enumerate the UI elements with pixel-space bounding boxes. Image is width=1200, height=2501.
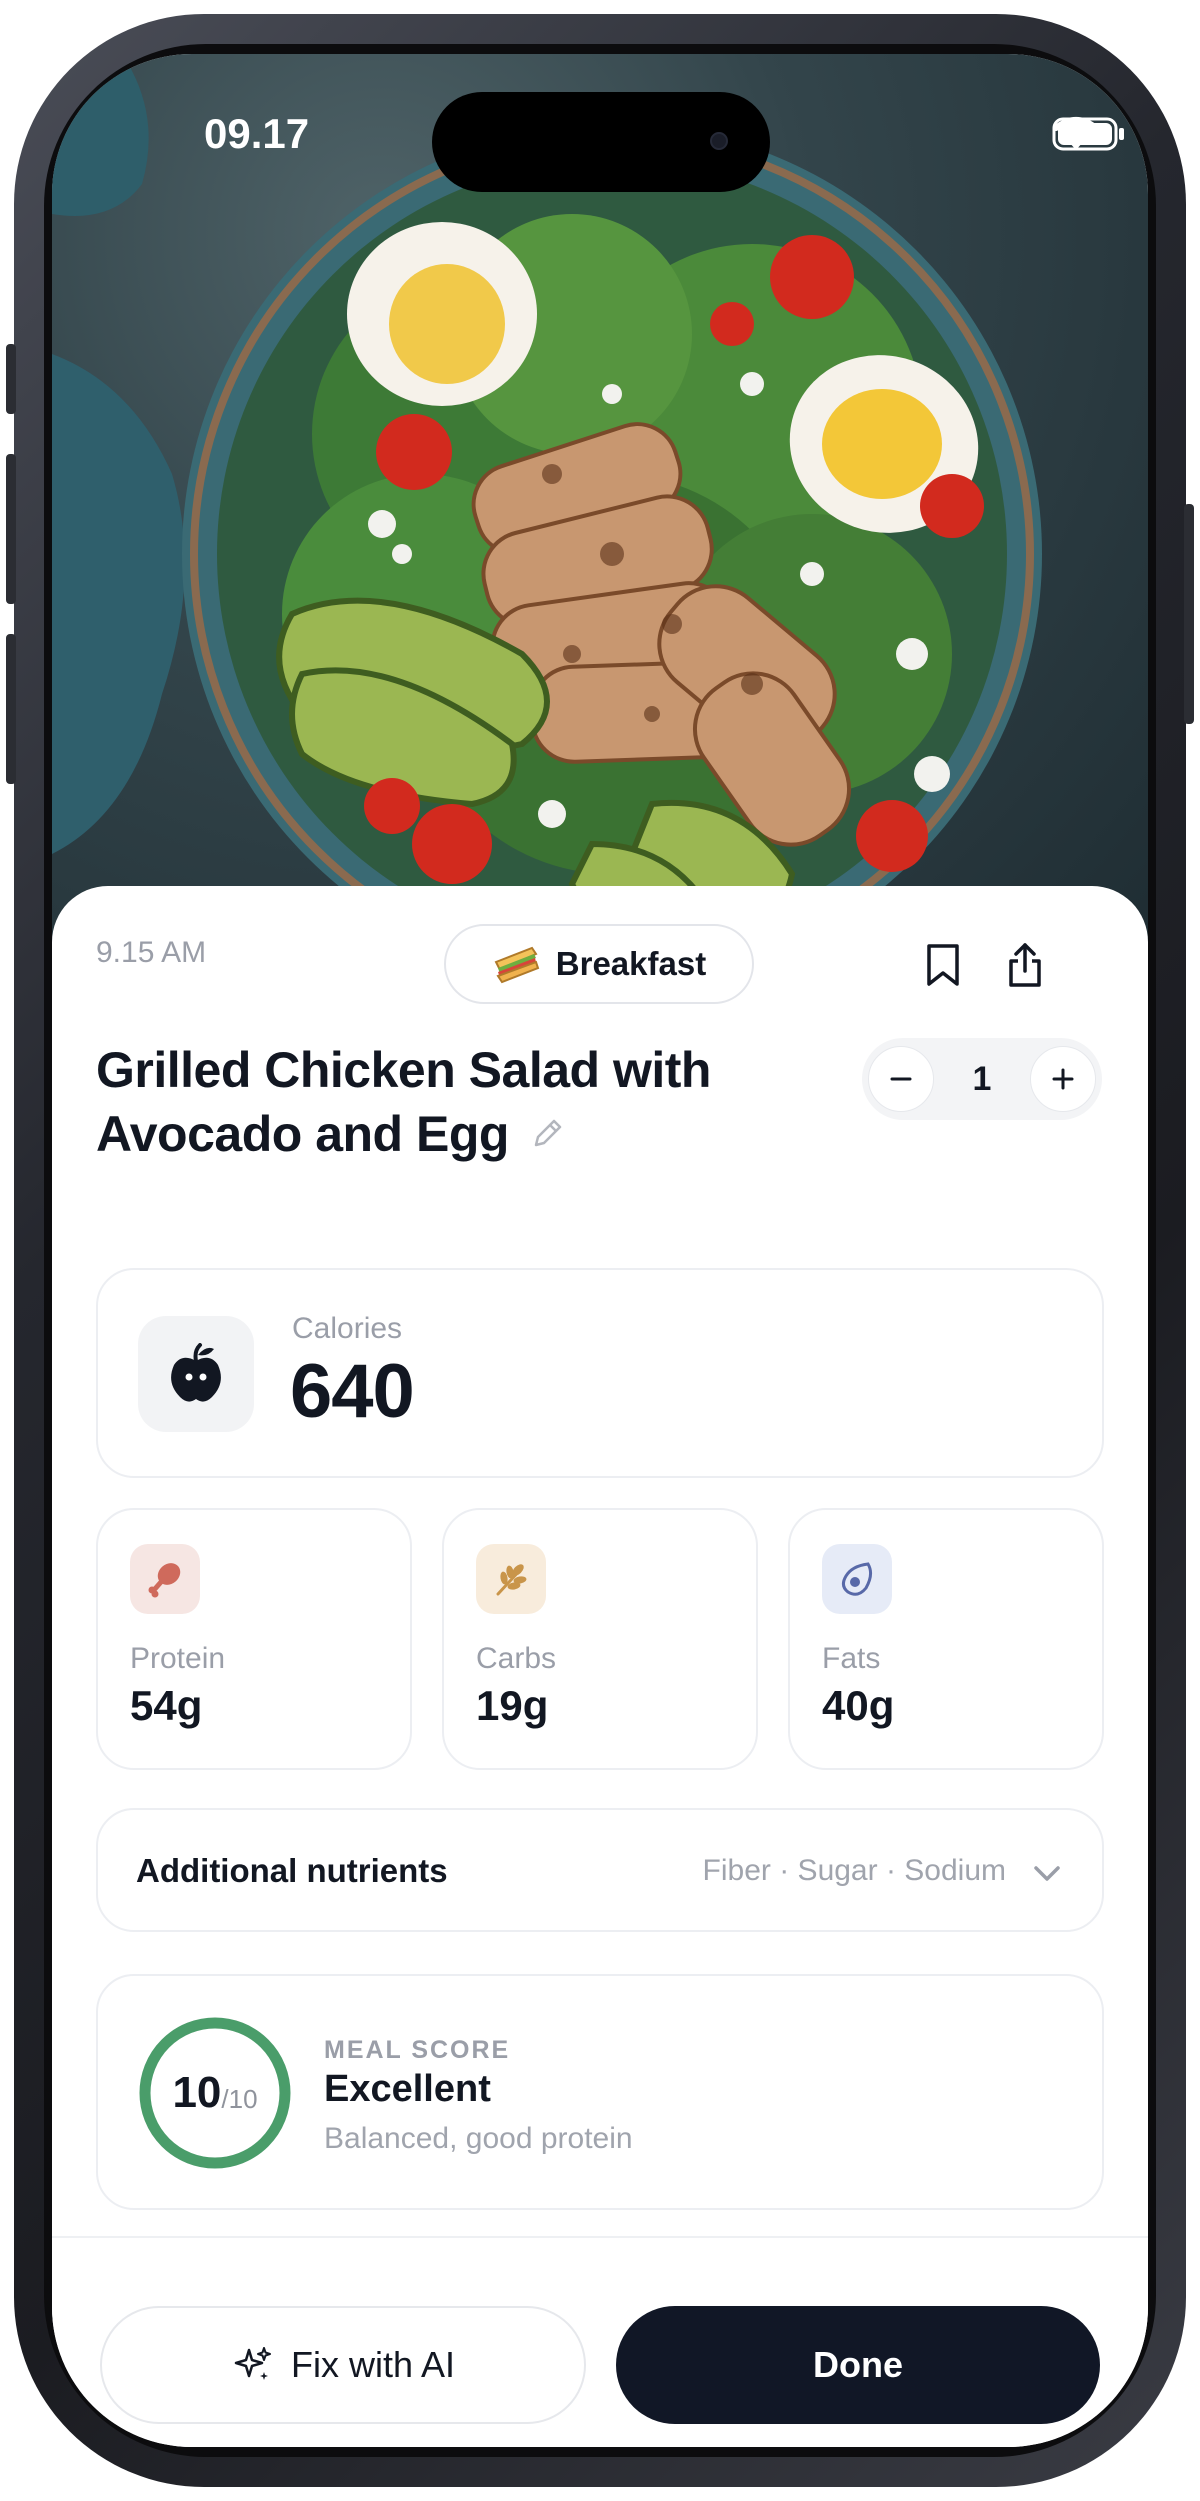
fats-value: 40g <box>822 1682 895 1729</box>
share-button[interactable] <box>1000 938 1050 992</box>
increase-button[interactable] <box>1029 1046 1096 1112</box>
sparkles-icon <box>234 2347 271 2380</box>
calories-label: Calories <box>292 1312 403 1345</box>
meal-score-card[interactable]: 10 /10 MEAL SCORE Excellent Balanced, go… <box>96 1974 1104 2210</box>
plus-icon <box>1052 1068 1074 1090</box>
meal-type-selector[interactable]: Breakfast <box>444 924 754 1004</box>
protein-value: 54g <box>130 1682 203 1729</box>
carbs-card[interactable]: Carbs 19g <box>442 1508 758 1770</box>
dynamic-island <box>432 92 770 192</box>
wheat-icon <box>496 1564 527 1596</box>
screen: 09.17 9.15 AM Breakfast Grilled Chicken … <box>52 54 1148 2447</box>
protein-card[interactable]: Protein 54g <box>96 1508 412 1770</box>
additional-nutrients-row[interactable]: Additional nutrients Fiber · Sugar · Sod… <box>96 1808 1104 1932</box>
bookmark-button[interactable] <box>918 938 968 992</box>
apple-icon <box>171 1343 221 1402</box>
protein-icon-box <box>130 1544 200 1614</box>
score-description: Balanced, good protein <box>324 2122 633 2155</box>
fix-with-ai-label: Fix with AI <box>290 2344 456 2385</box>
carbs-icon-box <box>476 1544 546 1614</box>
score-max: /10 <box>221 2083 258 2114</box>
carbs-value: 19g <box>476 1682 549 1729</box>
meal-photo: 09.17 <box>52 54 1148 954</box>
meal-title-line1: Grilled Chicken Salad with <box>96 1042 711 1098</box>
minus-icon <box>890 1077 912 1081</box>
avocado-icon <box>841 1562 873 1596</box>
decrease-button[interactable] <box>868 1046 934 1112</box>
additional-nutrients-summary: Fiber · Sugar · Sodium <box>702 1854 1006 1887</box>
fix-with-ai-button[interactable]: Fix with AI <box>100 2306 586 2424</box>
front-camera <box>710 132 728 150</box>
pencil-icon[interactable] <box>530 1117 564 1151</box>
quantity-stepper: 1 <box>862 1038 1102 1120</box>
score-rating: Excellent <box>324 2068 491 2110</box>
meal-detail-sheet: 9.15 AM Breakfast Grilled Chicken Salad … <box>52 886 1148 2447</box>
score-value: 10 <box>172 2068 222 2117</box>
calories-card[interactable]: Calories 640 <box>96 1268 1104 1478</box>
meal-title-line2: Avocado and Egg <box>96 1106 509 1162</box>
sandwich-icon <box>494 946 540 984</box>
protein-label: Protein <box>130 1642 226 1675</box>
footer-divider <box>52 2236 1148 2238</box>
volume-up-button <box>6 454 16 604</box>
share-icon <box>1009 943 1041 987</box>
carbs-label: Carbs <box>476 1642 557 1675</box>
volume-down-button <box>6 634 16 784</box>
calories-icon-box <box>138 1316 254 1432</box>
additional-nutrients-title: Additional nutrients <box>136 1852 448 1889</box>
battery-icon <box>1052 117 1124 151</box>
score-kicker: MEAL SCORE <box>324 2036 511 2064</box>
power-button <box>1184 504 1194 724</box>
fats-icon-box <box>822 1544 892 1614</box>
meal-time: 9.15 AM <box>96 936 207 969</box>
done-button[interactable]: Done <box>616 2306 1100 2424</box>
fats-card[interactable]: Fats 40g <box>788 1508 1104 1770</box>
calories-value: 640 <box>290 1349 415 1434</box>
status-time: 09.17 <box>204 110 310 157</box>
bookmark-icon <box>927 944 959 986</box>
meal-type-label: Breakfast <box>555 945 707 982</box>
meal-title[interactable]: Grilled Chicken Salad with Avocado and E… <box>96 1038 816 1166</box>
quantity-value: 1 <box>972 1059 992 1098</box>
done-label: Done <box>813 2344 903 2385</box>
fats-label: Fats <box>822 1642 881 1675</box>
drumstick-icon <box>148 1563 181 1598</box>
action-button <box>6 344 16 414</box>
score-value-display: 10 /10 <box>138 2016 292 2170</box>
chevron-down-icon <box>1034 1866 1060 1881</box>
